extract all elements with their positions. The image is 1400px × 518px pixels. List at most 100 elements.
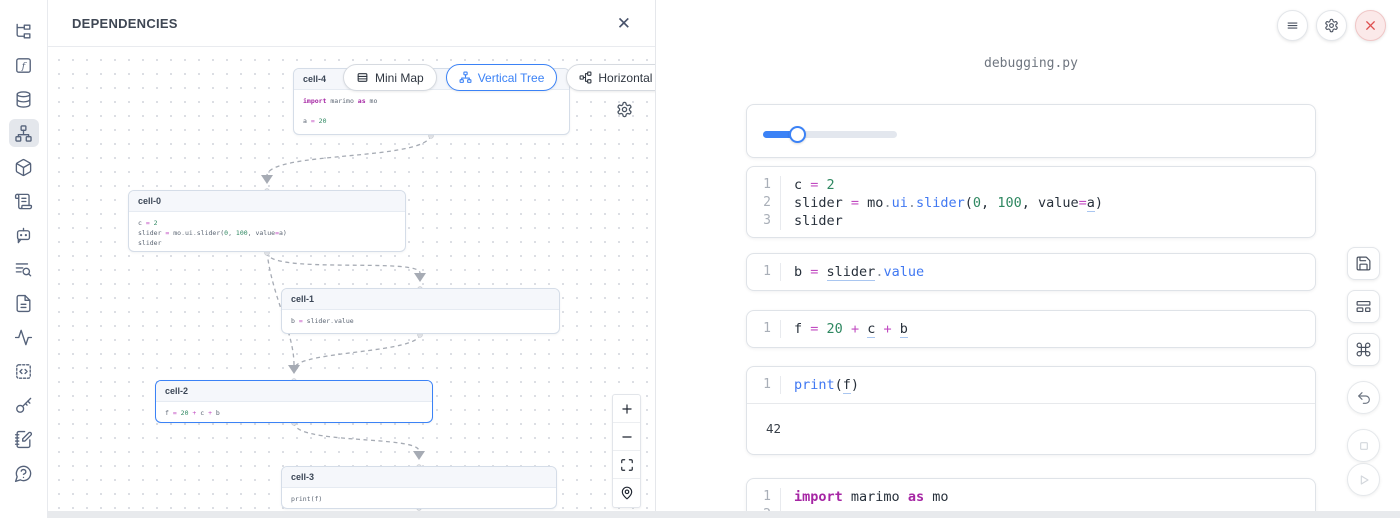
code-cell-4[interactable]: 1 print(f) 42 xyxy=(746,366,1316,455)
settings-button[interactable] xyxy=(1316,10,1347,41)
node-title: cell-1 xyxy=(282,289,559,310)
secrets-icon xyxy=(14,396,33,415)
close-icon xyxy=(1363,18,1378,33)
sidebar-item-scratchpad[interactable] xyxy=(9,425,39,453)
node-code: b = slider.value xyxy=(282,310,559,330)
node-code: print(f) xyxy=(282,488,556,508)
shutdown-button[interactable] xyxy=(1355,10,1386,41)
graph-zoom-controls xyxy=(612,394,641,508)
vertical-tree-label: Vertical Tree xyxy=(478,71,545,85)
sidebar-item-dependency-graph[interactable] xyxy=(9,119,39,147)
help-icon xyxy=(14,464,33,483)
variables-icon: f xyxy=(14,56,33,75)
code-cell-3[interactable]: 1 f = 20 + c + b xyxy=(746,310,1316,348)
stop-button[interactable] xyxy=(1347,429,1380,462)
sidebar-item-variables[interactable]: f xyxy=(9,51,39,79)
graph-settings-button[interactable] xyxy=(616,101,634,119)
sidebar-item-secrets[interactable] xyxy=(9,391,39,419)
cell-output: 42 xyxy=(747,403,1315,453)
snippets-icon xyxy=(14,362,33,381)
layout-panel-icon xyxy=(1355,298,1372,315)
logs-icon xyxy=(14,260,33,279)
horizontal-tree-button[interactable]: Horizontal Tree xyxy=(566,64,655,91)
graph-node-cell-2[interactable]: cell-2 f = 20 + c + b xyxy=(155,380,433,423)
fullscreen-button[interactable] xyxy=(613,451,640,479)
line-numbers: 1 xyxy=(747,376,781,394)
sidebar-item-file-explorer[interactable] xyxy=(9,17,39,45)
app: f DEPENDENCIES ✕ xyxy=(0,0,1400,518)
run-button[interactable] xyxy=(1347,463,1380,496)
documentation-icon xyxy=(14,294,33,313)
code-cell-2[interactable]: 1 b = slider.value xyxy=(746,253,1316,291)
dependency-graph-icon xyxy=(14,124,33,143)
graph-view-toolbar: Mini Map Vertical Tree Horizontal Tree xyxy=(343,64,655,91)
zoom-out-button[interactable] xyxy=(613,423,640,451)
node-title: cell-0 xyxy=(129,191,405,212)
sidebar-item-logs[interactable] xyxy=(9,255,39,283)
top-actions xyxy=(1277,10,1386,41)
code-editor[interactable]: b = slider.value xyxy=(781,263,924,281)
sidebar-item-snippets[interactable] xyxy=(9,357,39,385)
ai-chat-icon xyxy=(14,226,33,245)
node-code: c = 2slider = mo.ui.slider(0, 100, value… xyxy=(129,212,405,252)
stop-icon xyxy=(1356,438,1372,454)
graph-node-cell-1[interactable]: cell-1 b = slider.value xyxy=(281,288,560,334)
undo-icon xyxy=(1356,390,1372,406)
panel-title: DEPENDENCIES xyxy=(72,16,178,31)
sidebar-item-documentation[interactable] xyxy=(9,289,39,317)
sidebar-item-tracing[interactable] xyxy=(9,323,39,351)
code-editor[interactable]: f = 20 + c + b xyxy=(781,320,908,338)
sidebar-item-datasources[interactable] xyxy=(9,85,39,113)
minus-icon xyxy=(620,430,634,444)
code-editor[interactable]: c = 2slider = mo.ui.slider(0, 100, value… xyxy=(781,176,1103,230)
node-title: cell-2 xyxy=(156,381,432,402)
line-numbers: 1 xyxy=(747,320,781,338)
outline-icon xyxy=(14,192,33,211)
horizontal-tree-icon xyxy=(579,71,592,84)
vertical-tree-icon xyxy=(459,71,472,84)
sidebar-item-packages[interactable] xyxy=(9,153,39,181)
vertical-tree-button[interactable]: Vertical Tree xyxy=(446,64,558,91)
horizontal-tree-label: Horizontal Tree xyxy=(598,71,655,85)
sidebar-item-help[interactable] xyxy=(9,459,39,487)
gear-icon xyxy=(1324,18,1339,33)
keyboard-shortcuts-button[interactable] xyxy=(1347,333,1380,366)
dependencies-panel: DEPENDENCIES ✕ xyxy=(48,0,656,518)
horizontal-scrollbar[interactable] xyxy=(48,511,1400,518)
save-button[interactable] xyxy=(1347,247,1380,280)
code-editor[interactable]: print(f) xyxy=(781,376,859,394)
datasources-icon xyxy=(14,90,33,109)
graph-node-cell-0[interactable]: cell-0 c = 2slider = mo.ui.slider(0, 100… xyxy=(128,190,406,252)
node-code: f = 20 + c + b xyxy=(156,402,432,422)
notebook-area: debugging.py 123 c = 2slider = mo.ui.sli… xyxy=(656,0,1400,518)
dependency-graph-canvas[interactable]: cell-4 import marimo as moa = 20 cell-0 … xyxy=(48,47,655,512)
slider-widget[interactable] xyxy=(763,131,897,139)
close-icon[interactable]: ✕ xyxy=(617,15,631,32)
mini-map-label: Mini Map xyxy=(375,71,424,85)
node-title: cell-3 xyxy=(282,467,556,488)
line-numbers: 123 xyxy=(747,176,781,230)
plus-icon xyxy=(620,402,634,416)
hamburger-icon xyxy=(1285,18,1300,33)
zoom-in-button[interactable] xyxy=(613,395,640,423)
fit-view-button[interactable] xyxy=(613,479,640,507)
command-icon xyxy=(1355,341,1372,358)
save-icon xyxy=(1355,255,1372,272)
tracing-icon xyxy=(14,328,33,347)
gear-icon xyxy=(616,101,633,118)
mini-map-button[interactable]: Mini Map xyxy=(343,64,437,91)
menu-button[interactable] xyxy=(1277,10,1308,41)
code-cell-1[interactable]: 123 c = 2slider = mo.ui.slider(0, 100, v… xyxy=(746,166,1316,238)
undo-button[interactable] xyxy=(1347,381,1380,414)
sidebar-item-ai-chat[interactable] xyxy=(9,221,39,249)
cells-column: 123 c = 2slider = mo.ui.slider(0, 100, v… xyxy=(746,0,1316,518)
dependencies-panel-header: DEPENDENCIES ✕ xyxy=(48,0,655,47)
map-pin-icon xyxy=(620,486,634,500)
slider-thumb[interactable] xyxy=(789,126,806,143)
fullscreen-icon xyxy=(620,458,634,472)
sidebar-item-outline[interactable] xyxy=(9,187,39,215)
graph-node-cell-3[interactable]: cell-3 print(f) xyxy=(281,466,557,509)
slider-cell xyxy=(746,104,1316,158)
layout-button[interactable] xyxy=(1347,290,1380,323)
line-numbers: 1 xyxy=(747,263,781,281)
